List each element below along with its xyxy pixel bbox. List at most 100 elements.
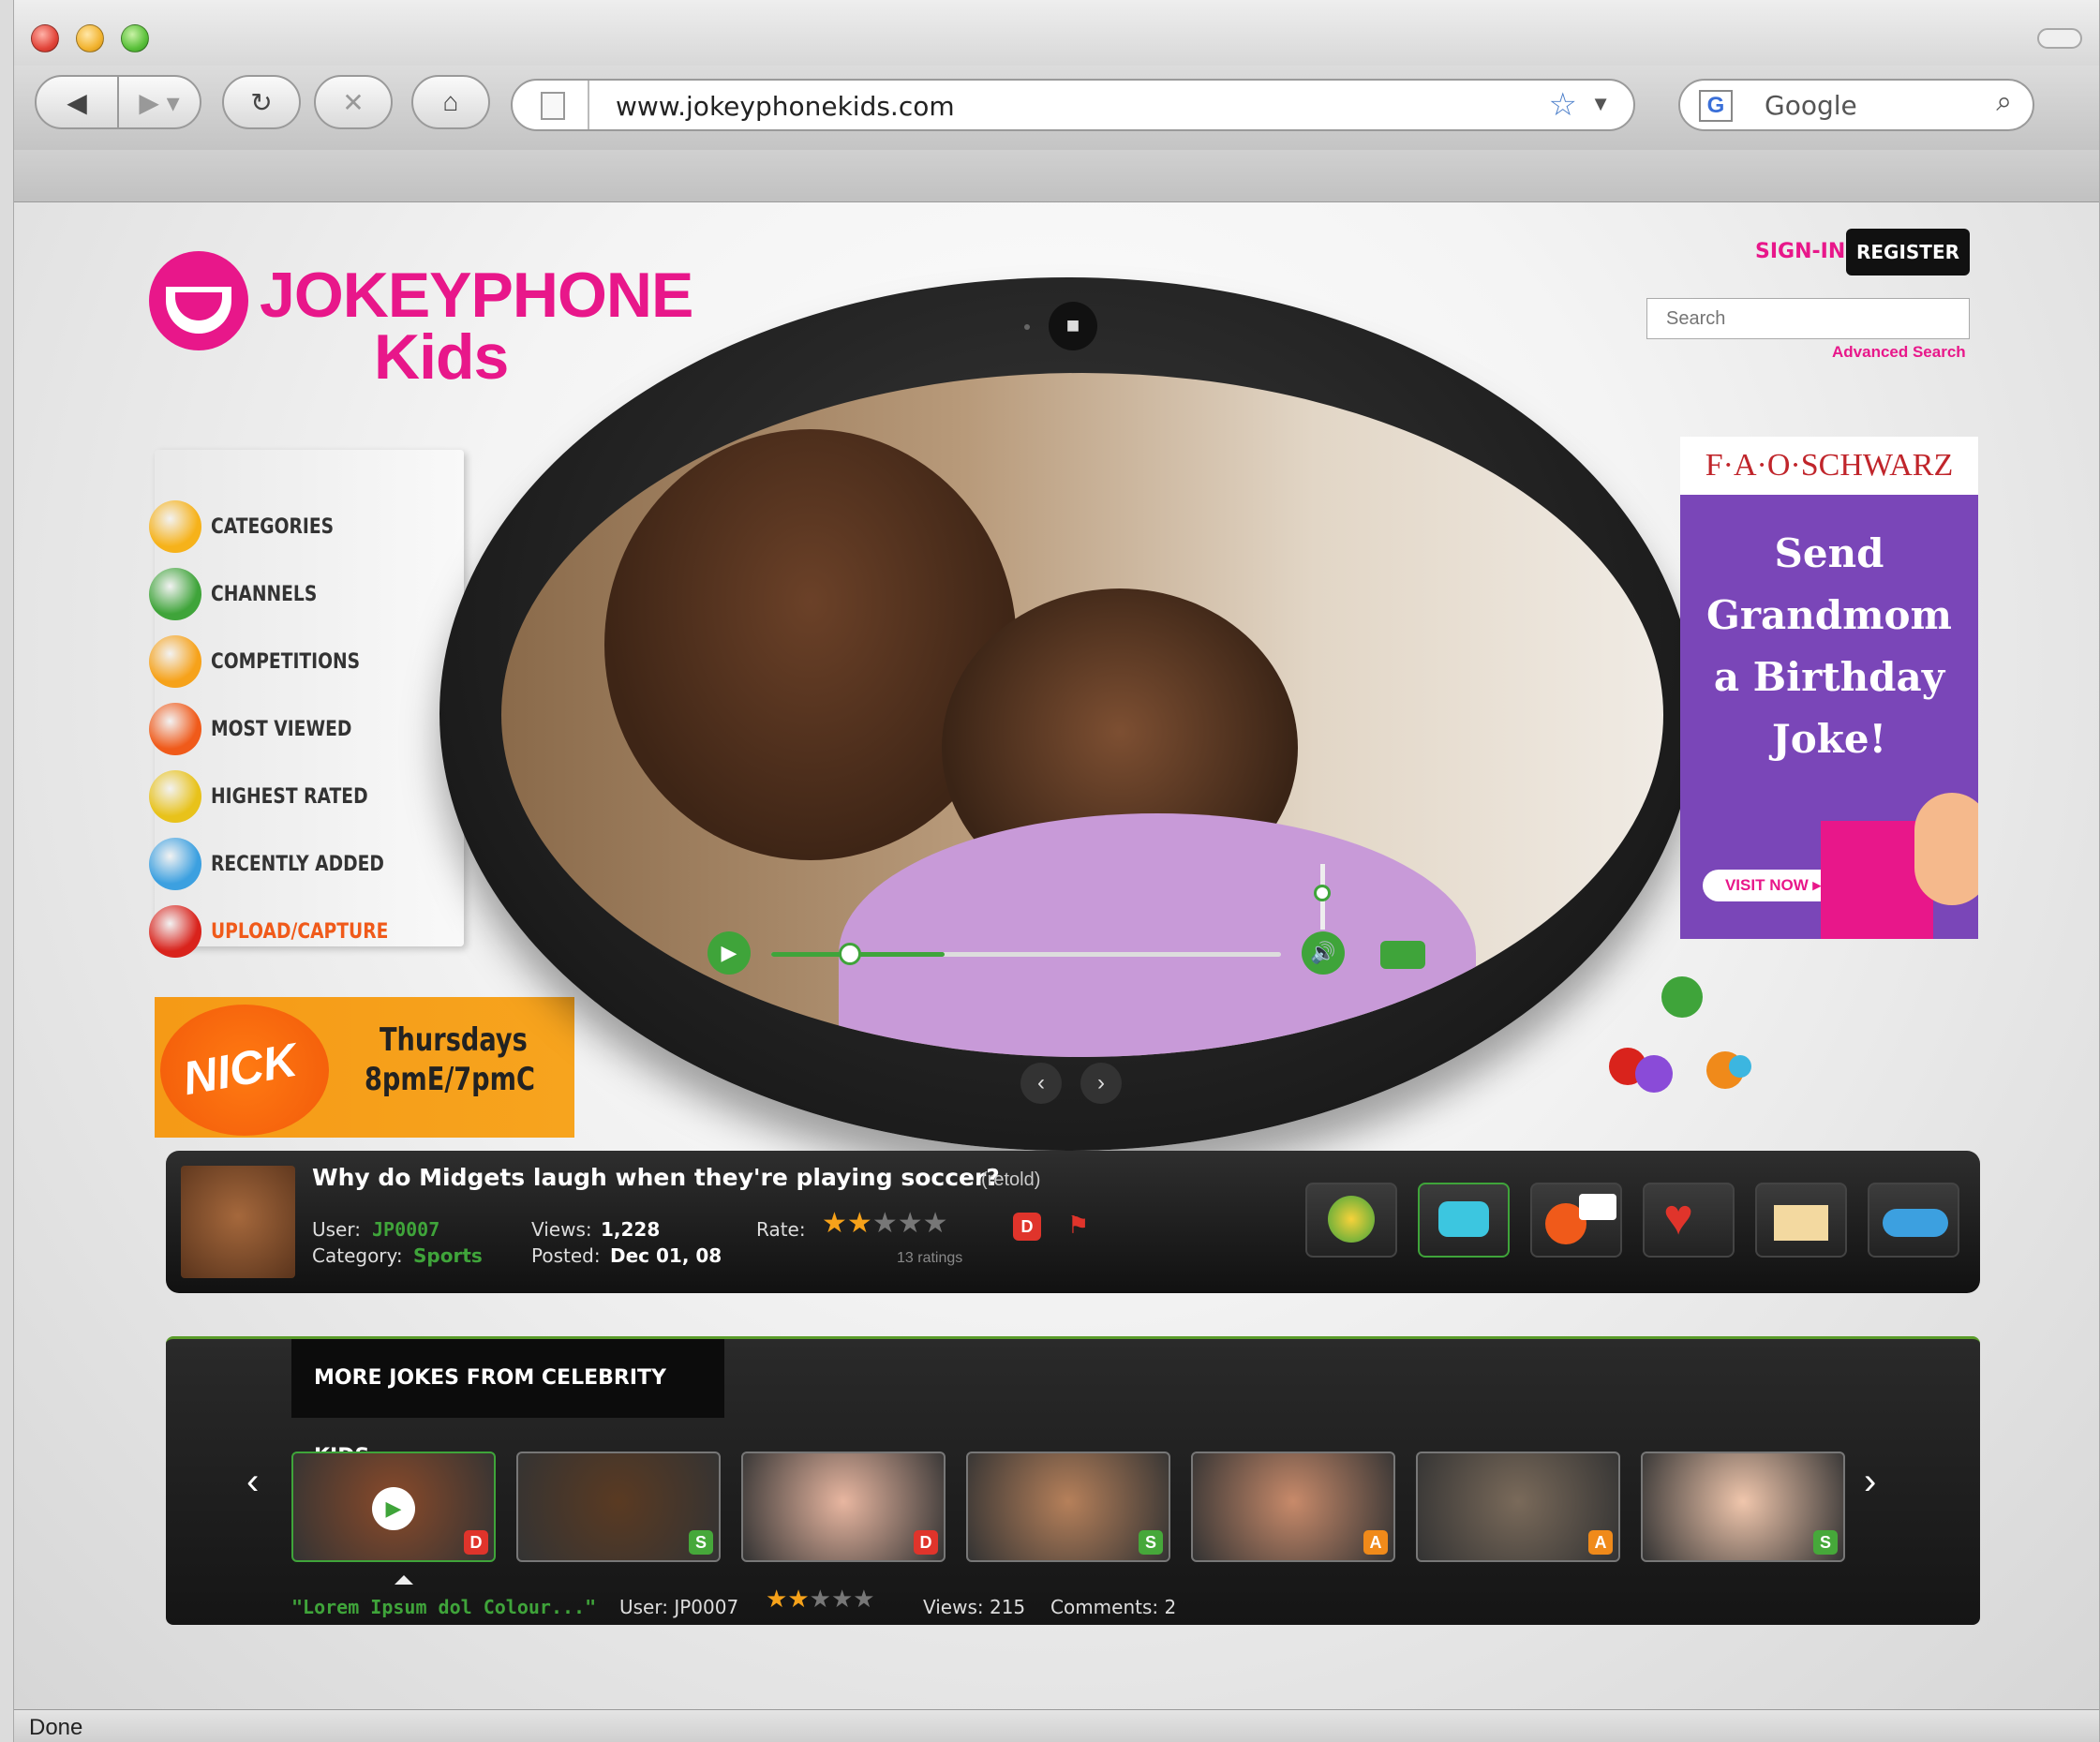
- zoom-window-button[interactable]: [121, 24, 149, 52]
- history-dropdown-icon[interactable]: ▼: [1590, 92, 1611, 116]
- user-label: User:: [312, 1218, 361, 1241]
- thumbnail-play-icon[interactable]: ▶: [372, 1487, 415, 1530]
- rating-badge: D: [1013, 1213, 1041, 1241]
- carousel-prev-icon[interactable]: ‹: [246, 1461, 259, 1503]
- home-button[interactable]: ⌂: [411, 75, 490, 129]
- logo-title[interactable]: JOKEYPHONE: [260, 262, 693, 328]
- thumbnail-item[interactable]: A: [1191, 1452, 1395, 1562]
- network-node-purple-icon: [1635, 1055, 1673, 1093]
- star-empty-icon[interactable]: ★: [853, 1585, 874, 1613]
- fao-line1: Send: [1774, 530, 1884, 576]
- share-button[interactable]: [1305, 1183, 1397, 1258]
- star-empty-icon[interactable]: ★: [898, 1208, 923, 1239]
- sidebar-item-categories[interactable]: CATEGORIES: [149, 499, 464, 555]
- address-bar[interactable]: www.jokeyphonekids.com ☆ ▼: [511, 79, 1635, 131]
- sidebar-item-highest-rated[interactable]: HIGHEST RATED: [149, 768, 464, 825]
- volume-button[interactable]: 🔊: [1302, 931, 1345, 975]
- caption-comments: Comments: 2: [1050, 1596, 1177, 1618]
- reload-button[interactable]: ↻: [222, 75, 301, 129]
- tv-icon: [1438, 1201, 1489, 1237]
- fao-line2: Grandmom: [1705, 592, 1952, 638]
- caption-quote[interactable]: "Lorem Ipsum dol Colour...": [291, 1596, 596, 1618]
- email-button[interactable]: [1755, 1183, 1847, 1258]
- status-bar: Done: [14, 1709, 2099, 1742]
- browser-search-bar[interactable]: G Google ⌕: [1678, 79, 2034, 131]
- google-engine-icon[interactable]: G: [1699, 90, 1733, 122]
- thumbnail-badge: S: [1139, 1530, 1163, 1555]
- nick-ad[interactable]: NICK Thursdays 8pmE/7pmC: [155, 997, 574, 1138]
- thumbnail-item[interactable]: A: [1416, 1452, 1620, 1562]
- register-button[interactable]: REGISTER: [1846, 229, 1970, 275]
- thumbnail-badge: A: [1588, 1530, 1613, 1555]
- user-link[interactable]: JP0007: [372, 1218, 439, 1241]
- star-filled-icon[interactable]: ★: [847, 1208, 872, 1239]
- fullscreen-icon[interactable]: [1380, 941, 1425, 969]
- star-empty-icon[interactable]: ★: [872, 1208, 898, 1239]
- favorite-button[interactable]: ♥: [1643, 1183, 1735, 1258]
- sidebar-item-channels[interactable]: CHANNELS: [149, 566, 464, 622]
- magnifier-icon[interactable]: ⌕: [1996, 86, 2012, 118]
- flag-icon[interactable]: ⚑: [1067, 1211, 1089, 1240]
- star-filled-icon[interactable]: ★: [787, 1585, 809, 1613]
- web-page: JOKEYPHONE Kids SIGN-IN REGISTER Advance…: [14, 202, 2099, 1709]
- category-link[interactable]: Sports: [413, 1244, 483, 1267]
- logo-subtitle[interactable]: Kids: [374, 324, 509, 390]
- browser-search-placeholder: Google: [1765, 90, 1857, 121]
- page-icon: [541, 92, 565, 120]
- progress-handle[interactable]: [839, 943, 861, 965]
- star-filled-icon[interactable]: ★: [822, 1208, 847, 1239]
- network-node-blue-icon: [1729, 1055, 1751, 1078]
- home-icon: ⌂: [442, 87, 459, 116]
- star-filled-icon[interactable]: ★: [766, 1585, 787, 1613]
- bookmarks-bar: [14, 150, 2099, 202]
- sidebar-item-upload-capture[interactable]: UPLOAD/CAPTURE: [149, 903, 464, 960]
- back-arrow-icon: ◀: [67, 87, 87, 117]
- friends-button[interactable]: [1868, 1183, 1959, 1258]
- thumbnail-item[interactable]: S: [516, 1452, 721, 1562]
- toolbar-toggle-button[interactable]: [2037, 28, 2082, 49]
- envelope-icon: [1774, 1205, 1828, 1241]
- star-empty-icon[interactable]: ★: [923, 1208, 948, 1239]
- volume-handle[interactable]: [1314, 885, 1331, 901]
- stop-button[interactable]: ✕: [314, 75, 393, 129]
- camera-icon[interactable]: ■: [1049, 302, 1097, 350]
- thumbnail-item[interactable]: S: [1641, 1452, 1845, 1562]
- play-button[interactable]: ▶: [707, 931, 751, 975]
- forward-button[interactable]: ▶ ▾: [117, 75, 201, 129]
- back-button[interactable]: ◀: [35, 75, 119, 129]
- caption-rating-stars: ★★★★★: [766, 1585, 875, 1614]
- heart-plus-icon: ♥: [1663, 1189, 1694, 1245]
- star-empty-icon[interactable]: ★: [831, 1585, 853, 1613]
- prev-video-button[interactable]: ‹: [1020, 1063, 1062, 1104]
- minimize-window-button[interactable]: [76, 24, 104, 52]
- next-video-button[interactable]: ›: [1080, 1063, 1122, 1104]
- sign-in-link[interactable]: SIGN-IN: [1755, 240, 1845, 263]
- tv-button[interactable]: [1418, 1183, 1510, 1258]
- rating-stars[interactable]: ★★★★★: [822, 1207, 948, 1240]
- thumbnail-item[interactable]: S: [966, 1452, 1170, 1562]
- star-empty-icon[interactable]: ★: [810, 1585, 831, 1613]
- thumbnail-badge: D: [914, 1530, 938, 1555]
- comment-button[interactable]: [1530, 1183, 1622, 1258]
- share-icon: [1328, 1196, 1375, 1243]
- fao-line3: a Birthday: [1713, 654, 1945, 700]
- fao-schwarz-ad[interactable]: F·A·O·SCHWARZ Send Grandmom a Birthday J…: [1680, 437, 1978, 939]
- sidebar-item-most-viewed[interactable]: MOST VIEWED: [149, 701, 464, 757]
- carousel-next-icon[interactable]: ›: [1864, 1461, 1876, 1503]
- sidebar-item-label: HIGHEST RATED: [211, 784, 368, 809]
- sidebar-item-recently-added[interactable]: RECENTLY ADDED: [149, 836, 464, 892]
- channels-icon: [149, 568, 201, 620]
- advanced-search-link[interactable]: Advanced Search: [1832, 343, 1966, 362]
- sidebar-item-label: COMPETITIONS: [211, 649, 361, 674]
- stop-icon: ✕: [342, 87, 365, 117]
- site-search-input[interactable]: [1646, 298, 1970, 339]
- close-window-button[interactable]: [31, 24, 59, 52]
- friends-icon: [1883, 1209, 1948, 1237]
- thumbnail-badge: A: [1363, 1530, 1388, 1555]
- sidebar-item-competitions[interactable]: COMPETITIONS: [149, 633, 464, 690]
- thumbnail-item[interactable]: D ▶: [291, 1452, 496, 1562]
- url-divider: [588, 81, 589, 129]
- bookmark-star-icon[interactable]: ☆: [1549, 86, 1577, 124]
- joke-author-avatar[interactable]: [181, 1166, 295, 1278]
- thumbnail-item[interactable]: D: [741, 1452, 946, 1562]
